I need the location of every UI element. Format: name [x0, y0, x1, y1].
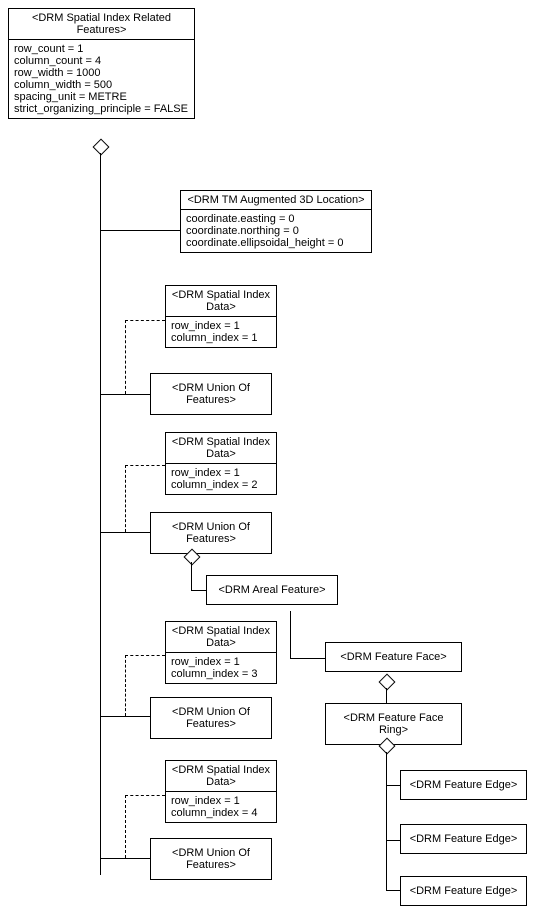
sid2-body: row_index = 1 column_index = 2	[166, 464, 276, 494]
face-title: <DRM Feature Face>	[326, 643, 461, 671]
root-class: <DRM Spatial Index Related Features> row…	[8, 8, 195, 119]
sid1-title: <DRM Spatial Index Data>	[166, 286, 276, 317]
connector	[191, 562, 192, 590]
sid1-attr: row_index = 1	[171, 320, 271, 332]
sid1-body: row_index = 1 column_index = 1	[166, 317, 276, 347]
sid2-attr: row_index = 1	[171, 467, 271, 479]
sid1-class: <DRM Spatial Index Data> row_index = 1 c…	[165, 285, 277, 348]
root-attr: row_width = 1000	[14, 67, 189, 79]
tm3d-attr: coordinate.easting = 0	[186, 213, 366, 225]
uof1-title: <DRM Union Of Features>	[151, 374, 271, 414]
sid4-title: <DRM Spatial Index Data>	[166, 761, 276, 792]
sid2-class: <DRM Spatial Index Data> row_index = 1 c…	[165, 432, 277, 495]
dependency	[125, 394, 150, 395]
dependency	[125, 795, 165, 796]
dependency	[125, 532, 150, 533]
root-title: <DRM Spatial Index Related Features>	[9, 9, 194, 40]
sid2-title: <DRM Spatial Index Data>	[166, 433, 276, 464]
connector	[386, 688, 387, 703]
sid3-body: row_index = 1 column_index = 3	[166, 653, 276, 683]
uof1-class: <DRM Union Of Features>	[150, 373, 272, 415]
tm3d-body: coordinate.easting = 0 coordinate.northi…	[181, 210, 371, 252]
root-attr: spacing_unit = METRE	[14, 91, 189, 103]
dependency	[125, 655, 126, 716]
uof2-title: <DRM Union Of Features>	[151, 513, 271, 553]
root-attr: column_width = 500	[14, 79, 189, 91]
tm3d-class: <DRM TM Augmented 3D Location> coordinat…	[180, 190, 372, 253]
tm3d-attr: coordinate.northing = 0	[186, 225, 366, 237]
sid4-body: row_index = 1 column_index = 4	[166, 792, 276, 822]
connector	[191, 590, 206, 591]
tm3d-title: <DRM TM Augmented 3D Location>	[181, 191, 371, 210]
aggregation-diamond	[93, 139, 110, 156]
sid3-attr: row_index = 1	[171, 656, 271, 668]
ring-class: <DRM Feature Face Ring>	[325, 703, 462, 745]
dependency	[125, 465, 165, 466]
dependency	[125, 795, 126, 858]
connector	[386, 890, 401, 891]
connector	[386, 752, 387, 890]
dependency	[125, 655, 165, 656]
uof4-class: <DRM Union Of Features>	[150, 838, 272, 880]
sid4-attr: row_index = 1	[171, 795, 271, 807]
root-attr: row_count = 1	[14, 43, 189, 55]
uof3-title: <DRM Union Of Features>	[151, 698, 271, 738]
edge2-title: <DRM Feature Edge>	[401, 825, 526, 853]
uof2-class: <DRM Union Of Features>	[150, 512, 272, 554]
root-attr: strict_organizing_principle = FALSE	[14, 103, 189, 115]
connector	[386, 840, 401, 841]
dependency	[125, 320, 126, 394]
root-attr: column_count = 4	[14, 55, 189, 67]
uof3-class: <DRM Union Of Features>	[150, 697, 272, 739]
connector	[290, 658, 325, 659]
dependency	[125, 858, 150, 859]
ring-title: <DRM Feature Face Ring>	[326, 704, 461, 744]
uof4-title: <DRM Union Of Features>	[151, 839, 271, 879]
dependency	[125, 465, 126, 532]
edge3-title: <DRM Feature Edge>	[401, 877, 526, 905]
sid3-title: <DRM Spatial Index Data>	[166, 622, 276, 653]
sid2-attr: column_index = 2	[171, 479, 271, 491]
edge3-class: <DRM Feature Edge>	[400, 876, 527, 906]
face-class: <DRM Feature Face>	[325, 642, 462, 672]
areal-class: <DRM Areal Feature>	[206, 575, 338, 605]
sid1-attr: column_index = 1	[171, 332, 271, 344]
connector	[290, 611, 291, 658]
root-body: row_count = 1 column_count = 4 row_width…	[9, 40, 194, 118]
connector	[100, 153, 101, 875]
tm3d-attr: coordinate.ellipsoidal_height = 0	[186, 237, 366, 249]
connector	[100, 230, 180, 231]
sid3-attr: column_index = 3	[171, 668, 271, 680]
areal-title: <DRM Areal Feature>	[207, 576, 337, 604]
edge1-title: <DRM Feature Edge>	[401, 771, 526, 799]
sid3-class: <DRM Spatial Index Data> row_index = 1 c…	[165, 621, 277, 684]
dependency	[125, 320, 165, 321]
sid4-attr: column_index = 4	[171, 807, 271, 819]
edge1-class: <DRM Feature Edge>	[400, 770, 527, 800]
aggregation-diamond	[379, 674, 396, 691]
edge2-class: <DRM Feature Edge>	[400, 824, 527, 854]
dependency	[125, 716, 150, 717]
sid4-class: <DRM Spatial Index Data> row_index = 1 c…	[165, 760, 277, 823]
connector	[386, 785, 401, 786]
